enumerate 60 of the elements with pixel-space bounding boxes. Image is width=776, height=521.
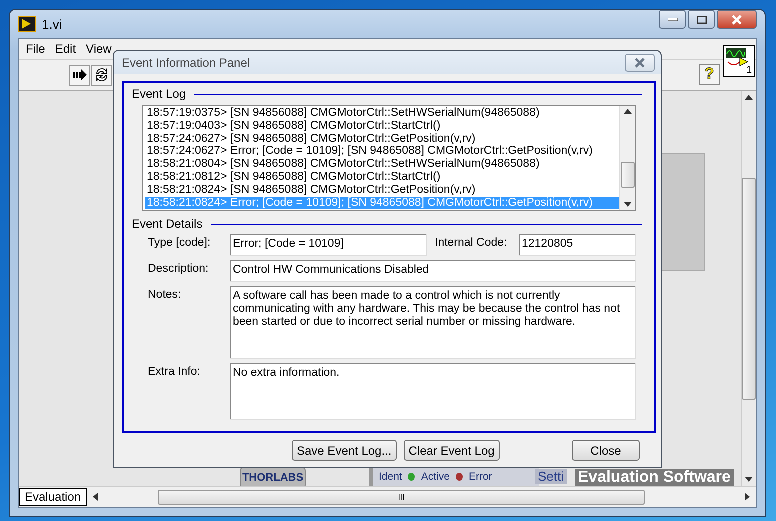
window-title: 1.vi xyxy=(42,16,62,32)
clear-log-button[interactable]: Clear Event Log xyxy=(404,440,500,461)
minimize-icon xyxy=(668,18,678,22)
log-entry[interactable]: 18:58:21:0824> [SN 94865088] CMGMotorCtrl::GetPosition(v,rv) xyxy=(145,184,619,197)
left-arrow-icon[interactable] xyxy=(93,493,98,501)
field-label: Description: xyxy=(148,262,210,277)
menu-item[interactable]: Edit xyxy=(50,42,82,56)
menu-item[interactable]: File xyxy=(21,42,50,56)
internal-code-field[interactable]: 12120805 xyxy=(519,234,636,256)
logo: THORLABS xyxy=(242,472,304,484)
log-entry[interactable]: 18:58:21:0804> [SN 94865088] CMGMotorCtrl::SetHWSerialNum(94865088) xyxy=(145,158,619,171)
log-entry[interactable]: 18:57:19:0403> [SN 94865088] CMGMotorCtrl::StartCtrl() xyxy=(145,120,619,133)
close-button[interactable] xyxy=(625,54,655,72)
dialog-title: Event Information Panel xyxy=(122,56,250,70)
evaluation-tab[interactable]: Evaluation xyxy=(19,488,88,506)
close-icon xyxy=(731,14,743,24)
log-entry[interactable]: 18:57:19:0375> [SN 94856088] CMGMotorCtrl::SetHWSerialNum(94865088) xyxy=(145,107,619,120)
indicator-label: Ident xyxy=(379,471,402,483)
indicator-label: Active xyxy=(421,471,450,483)
field-label: Notes: xyxy=(148,288,182,303)
log-entry[interactable]: 18:57:24:0627> Error; [Code = 10109]; [SN 94865088] CMGMotorCtrl::GetPosition(v,rv) xyxy=(145,145,619,158)
save-log-button[interactable]: Save Event Log... xyxy=(292,440,397,461)
scroll-thumb[interactable] xyxy=(742,178,756,400)
vi-icon: 1 xyxy=(723,45,755,77)
list-scrollbar[interactable] xyxy=(619,106,635,210)
indicator-label: Error xyxy=(468,471,492,483)
cycle-arrows-icon xyxy=(94,67,110,83)
close-button[interactable]: Close xyxy=(572,440,640,461)
arrow-icon xyxy=(72,69,88,81)
notes-field[interactable]: A software call has been made to a control which is not currently communicating with any hardware. This may be because the control has not been started or due to incorrect serial number or missing hardware. xyxy=(230,286,636,359)
description-field[interactable]: Control HW Communications Disabled xyxy=(230,260,636,282)
right-arrow-icon[interactable] xyxy=(745,493,750,501)
menu-item[interactable]: View xyxy=(81,42,117,56)
maximize-button[interactable] xyxy=(688,10,715,29)
app-icon xyxy=(18,16,36,32)
section-title: Event Details xyxy=(132,217,203,231)
log-entry[interactable]: 18:58:21:0812> [SN 94865088] CMGMotorCtrl::StartCtrl() xyxy=(145,170,619,184)
down-arrow-icon[interactable] xyxy=(624,202,632,207)
up-arrow-icon[interactable] xyxy=(624,109,632,114)
log-entry[interactable]: 18:57:24:0627> [SN 94865088] CMGMotorCtrl::GetPosition(v,rv) xyxy=(145,132,619,146)
down-arrow-icon[interactable] xyxy=(745,477,753,482)
horizontal-scrollbar[interactable]: III xyxy=(87,490,756,504)
field-label: Internal Code: xyxy=(434,236,508,251)
vertical-scrollbar[interactable] xyxy=(741,91,756,486)
settings-tab[interactable]: Setti xyxy=(535,469,568,484)
scroll-thumb[interactable] xyxy=(620,162,634,188)
extra-info-field[interactable]: No extra information. xyxy=(230,363,636,420)
close-button[interactable] xyxy=(717,10,757,29)
type-field[interactable]: Error; [Code = 10109] xyxy=(230,234,427,256)
section-title: Event Log xyxy=(132,87,186,101)
field-label: Type [code]: xyxy=(148,236,212,251)
maximize-icon xyxy=(696,16,706,24)
run-button[interactable] xyxy=(69,64,90,86)
scroll-thumb[interactable]: III xyxy=(158,490,646,504)
minimize-button[interactable] xyxy=(659,10,686,29)
field-label: Extra Info: xyxy=(148,365,202,380)
close-icon xyxy=(634,58,646,68)
evaluation-label: Evaluation Software xyxy=(575,469,734,486)
up-arrow-icon[interactable] xyxy=(745,95,753,100)
run-continuously-button[interactable] xyxy=(91,64,112,86)
